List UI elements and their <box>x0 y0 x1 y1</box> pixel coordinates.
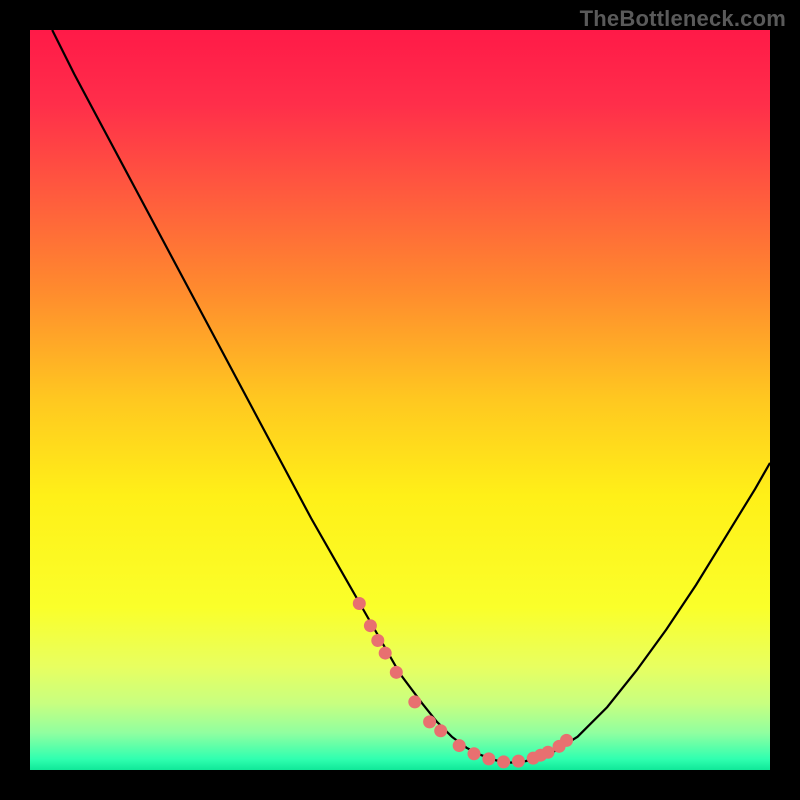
curve-marker <box>371 634 384 647</box>
curve-marker <box>434 724 447 737</box>
curve-marker <box>364 619 377 632</box>
curve-marker <box>468 747 481 760</box>
curve-marker <box>497 755 510 768</box>
curve-marker <box>560 734 573 747</box>
gradient-background <box>30 30 770 770</box>
curve-marker <box>390 666 403 679</box>
curve-marker <box>453 739 466 752</box>
curve-marker <box>353 597 366 610</box>
curve-marker <box>542 746 555 759</box>
curve-marker <box>379 647 392 660</box>
curve-marker <box>482 752 495 765</box>
chart-stage: TheBottleneck.com <box>0 0 800 800</box>
curve-marker <box>408 695 421 708</box>
curve-marker <box>423 715 436 728</box>
bottleneck-chart <box>0 0 800 800</box>
watermark-text: TheBottleneck.com <box>580 6 786 32</box>
curve-marker <box>512 755 525 768</box>
